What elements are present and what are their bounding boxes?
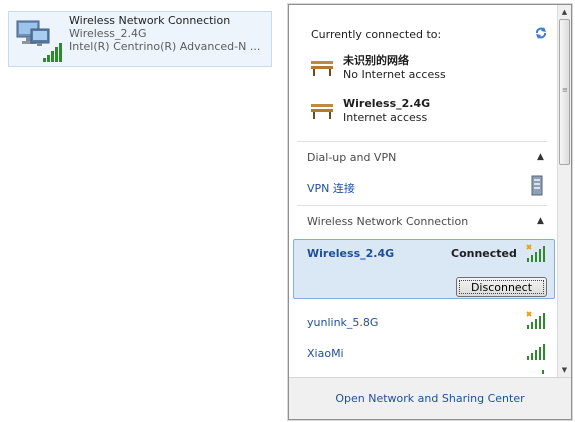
network-flyout: ▲ ≡ ▼ Currently connected to: 未识别的网络 No …: [288, 4, 572, 420]
tile-adapter: Intel(R) Centrino(R) Advanced-N ...: [69, 40, 261, 53]
network-adapter-icon: [16, 20, 62, 62]
collapse-chevron-icon[interactable]: ▲: [537, 216, 544, 226]
signal-strength-icon: [526, 311, 545, 329]
connection-name: 未识别的网络: [343, 54, 409, 67]
connected-header: Currently connected to:: [311, 28, 442, 41]
connection-name: Wireless_2.4G: [343, 97, 431, 110]
connection-status: No Internet access: [343, 68, 446, 81]
open-network-sharing-center-link[interactable]: Open Network and Sharing Center: [289, 392, 571, 405]
scroll-up-arrow-icon[interactable]: ▲: [558, 5, 571, 19]
scroll-down-arrow-icon[interactable]: ▼: [558, 363, 571, 377]
signal-strength-icon: [527, 344, 545, 360]
collapse-chevron-icon[interactable]: ▲: [537, 152, 544, 162]
tile-ssid: Wireless_2.4G: [69, 27, 147, 40]
network-connection-tile[interactable]: Wireless Network Connection Wireless_2.4…: [8, 11, 272, 67]
network-item-yunlink[interactable]: yunlink_5.8G: [307, 316, 378, 329]
park-bench-icon: [311, 104, 333, 119]
vpn-server-icon: [531, 175, 543, 196]
divider: [297, 141, 547, 142]
signal-strength-icon: [542, 370, 544, 374]
network-name: Wireless_2.4G: [307, 247, 395, 260]
tile-connection-name: Wireless Network Connection: [69, 14, 231, 27]
network-item-xiaomi[interactable]: XiaoMi: [307, 347, 344, 360]
wireless-header[interactable]: Wireless Network Connection: [307, 215, 468, 228]
connection-status: Internet access: [343, 111, 428, 124]
network-status: Connected: [451, 247, 517, 260]
vpn-connection-item[interactable]: VPN 连接: [307, 182, 355, 195]
grip-icon: ≡: [562, 86, 568, 94]
scrollbar[interactable]: ▲ ≡ ▼: [557, 5, 571, 377]
park-bench-icon: [311, 61, 333, 76]
signal-strength-icon: [526, 244, 545, 262]
refresh-icon[interactable]: [534, 26, 548, 40]
dialup-vpn-header[interactable]: Dial-up and VPN: [307, 151, 396, 164]
divider: [297, 205, 547, 206]
footer: Open Network and Sharing Center: [289, 377, 571, 419]
scroll-thumb[interactable]: ≡: [559, 19, 570, 165]
disconnect-button[interactable]: Disconnect: [456, 277, 547, 297]
